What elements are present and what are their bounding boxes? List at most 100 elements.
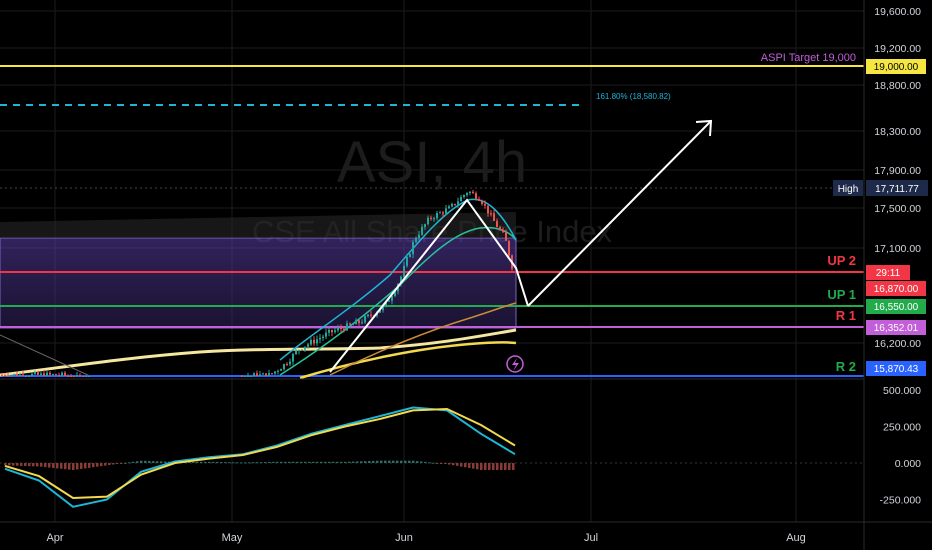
candle-body (31, 374, 33, 376)
histogram-bar (452, 463, 455, 466)
candle-body (259, 374, 261, 376)
candle-body (406, 257, 408, 266)
candle-body (358, 320, 360, 323)
candle-body (433, 218, 435, 220)
histogram-bar (28, 463, 31, 467)
candle-body (331, 329, 333, 333)
histogram-bar (60, 463, 63, 469)
candle-body (448, 206, 450, 209)
histogram-bar (392, 460, 395, 463)
histogram-bar (200, 461, 203, 463)
histogram-bar (492, 463, 495, 471)
target-badge: 19,000.00 (866, 59, 926, 74)
histogram-bar (420, 461, 423, 463)
chart-canvas: ASI, 4h CSE All Share Price Index ASPI T… (0, 0, 932, 550)
histogram-bar (412, 460, 415, 463)
histogram-bar (88, 463, 91, 468)
histogram-bar (124, 462, 127, 464)
histogram-bar (144, 460, 147, 463)
histogram-bar (192, 461, 195, 463)
histogram-bar (80, 463, 83, 469)
candle-body (367, 314, 369, 317)
indicator-tick-label: 0.000 (895, 458, 921, 470)
candle-body (64, 372, 66, 376)
histogram-bar (396, 460, 399, 463)
histogram-bar (484, 463, 487, 471)
histogram-bar (68, 463, 71, 470)
candle-body (79, 375, 81, 377)
histogram-bar (312, 461, 315, 463)
histogram-bar (148, 460, 151, 463)
candle-body (508, 240, 510, 256)
svg-text:16,352.01: 16,352.01 (874, 323, 919, 334)
histogram-bar (48, 463, 51, 468)
histogram-bar (324, 461, 327, 463)
candle-body (295, 350, 297, 355)
histogram-bar (356, 461, 359, 463)
histogram-bar (304, 461, 307, 463)
candle-body (10, 375, 12, 377)
candle-body (265, 373, 267, 376)
histogram-bar (360, 461, 363, 463)
price-tick-label: 17,900.00 (874, 165, 921, 177)
time-tick-label: Apr (46, 532, 63, 544)
candle-body (352, 324, 354, 326)
histogram-bar (244, 462, 247, 464)
candle-body (37, 372, 39, 375)
candle-body (316, 339, 318, 344)
histogram-bar (376, 460, 379, 463)
candle-body (82, 376, 84, 377)
candle-body (364, 316, 366, 323)
candle-body (289, 361, 291, 365)
histogram-bar (368, 461, 371, 463)
candle-body (268, 373, 270, 376)
histogram-bar (416, 461, 419, 463)
histogram-bar (52, 463, 55, 468)
histogram-bar (268, 461, 271, 463)
candle-body (7, 376, 9, 377)
svg-text:15,870.43: 15,870.43 (874, 364, 919, 375)
candle-body (52, 374, 54, 376)
histogram-bar (232, 462, 235, 464)
histogram-bar (104, 463, 107, 466)
histogram-bar (16, 463, 19, 466)
candle-body (370, 314, 372, 316)
candle-body (421, 226, 423, 235)
candle-body (277, 370, 279, 372)
histogram-bar (100, 463, 103, 467)
candle-body (481, 200, 483, 205)
price-tick-label: 19,200.00 (874, 43, 921, 55)
histogram-bar (372, 460, 375, 463)
candle-body (34, 372, 36, 375)
candle-body (346, 323, 348, 331)
histogram-bar (128, 462, 131, 464)
histogram-bar (272, 461, 275, 463)
candle-body (58, 375, 60, 377)
candle-body (424, 224, 426, 227)
candle-body (337, 328, 339, 331)
histogram-bar (424, 461, 427, 463)
candle-body (4, 375, 6, 377)
candle-body (334, 330, 336, 333)
histogram-bar (108, 463, 111, 466)
histogram-bar (320, 461, 323, 463)
histogram-bar (384, 460, 387, 463)
price-tick-label: 16,200.00 (874, 338, 921, 350)
histogram-bar (292, 461, 295, 463)
candle-body (490, 213, 492, 215)
histogram-bar (460, 463, 463, 467)
histogram-bar (56, 463, 59, 469)
histogram-bar (208, 461, 211, 463)
histogram-bar (344, 461, 347, 463)
histogram-bar (296, 461, 299, 463)
candle-body (250, 375, 252, 377)
histogram-bar (120, 463, 123, 464)
candle-body (319, 337, 321, 340)
histogram-bar (140, 460, 143, 463)
candle-body (88, 376, 90, 377)
histogram-bar (348, 461, 351, 463)
histogram-bar (364, 461, 367, 463)
candle-body (292, 354, 294, 362)
histogram-bar (64, 463, 67, 470)
histogram-bar (404, 460, 407, 463)
